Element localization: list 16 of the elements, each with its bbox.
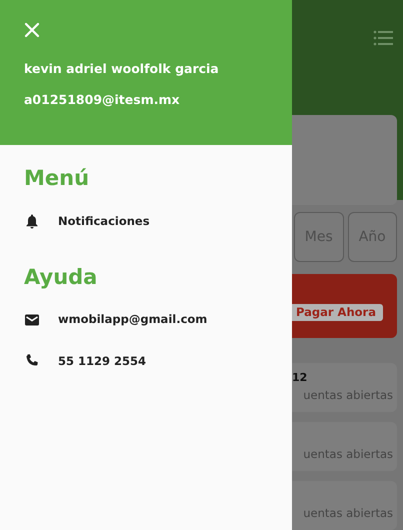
menu-item[interactable]: Notificaciones [58,212,150,230]
section-title: Ayuda [23,264,98,291]
list-icon[interactable] [373,30,393,46]
mail-icon [24,312,40,328]
bell-icon [24,213,40,230]
user-name: kevin adriel woolfolk garcia [24,60,220,78]
pay-button[interactable]: Pagar Ahora [292,304,383,321]
user-email: a01251809@itesm.mx [24,90,181,109]
account-label: uentas abiertas [303,446,393,463]
close-icon[interactable] [24,22,40,38]
menu-item[interactable]: wmobilapp@gmail.com [58,311,208,328]
menu-item[interactable]: 55 1129 2554 [58,352,146,370]
account-count: 12 [292,370,308,386]
section-title: Menú [23,165,90,192]
account-label: uentas abiertas [303,386,393,404]
account-label: uentas abiertas [303,504,393,522]
